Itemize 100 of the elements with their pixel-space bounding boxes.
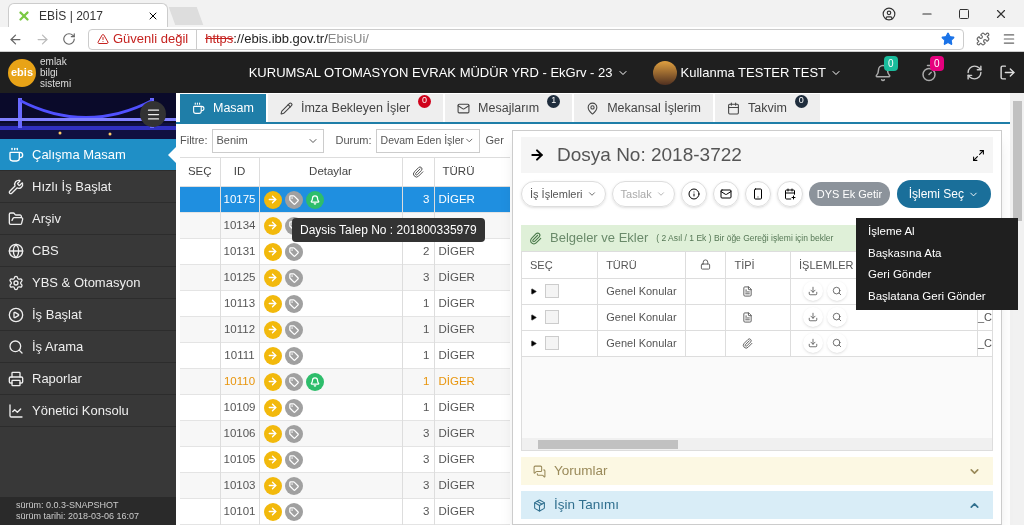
tab[interactable]: Mekansal İşlerim [574, 94, 713, 123]
menu-item[interactable]: Geri Gönder [856, 264, 1018, 286]
forward-icon[interactable] [35, 31, 50, 47]
table-row[interactable]: 10112 1 DİGER [180, 316, 510, 343]
tab[interactable]: Takvim 0 [714, 94, 820, 123]
table-row[interactable]: 10106 3 DİGER [180, 420, 510, 447]
logout-icon[interactable] [999, 64, 1016, 81]
column-header[interactable]: TÜRÜ [597, 252, 686, 278]
build-date-text: sürüm tarihi: 2018-03-06 16:07 [16, 511, 141, 522]
menu-icon[interactable] [1002, 32, 1016, 46]
table-cell: DİGER [434, 394, 510, 421]
filter-label: Ger [485, 133, 504, 149]
printer-icon [8, 370, 24, 387]
paperclip-icon[interactable] [412, 166, 424, 178]
calendar-icon [726, 101, 740, 115]
user-name[interactable]: Kullanma TESTER TEST [680, 62, 826, 83]
download-icon [808, 286, 819, 296]
tab[interactable]: İmza Bekleyen İşler 0 [268, 94, 444, 123]
table-cell: DİGER [434, 498, 510, 525]
table-cell: 10113 [220, 290, 259, 317]
extension-icon[interactable] [976, 32, 990, 46]
timer-badge: 0 [930, 55, 944, 71]
action-button[interactable]: İşlemi Seç [896, 180, 991, 208]
table-cell: 1 [402, 290, 434, 317]
tag-icon[interactable] [284, 294, 303, 313]
folder-icon [8, 210, 24, 227]
filter-select[interactable]: Benim [211, 128, 324, 153]
cup-icon [192, 101, 205, 115]
tag-icon[interactable] [284, 320, 303, 339]
table-cell: 10109 [220, 394, 259, 421]
tab[interactable]: Masam [180, 94, 266, 123]
table-cell: 1 [402, 342, 434, 369]
logo-icon [17, 8, 31, 23]
search-icon [832, 338, 843, 348]
column-header[interactable]: SEÇ [180, 157, 220, 187]
menu-item[interactable]: İşleme Al [856, 221, 1018, 243]
tag-icon[interactable] [284, 190, 303, 209]
tag-icon[interactable] [284, 502, 303, 521]
menu-item[interactable]: Başlatana Geri Gönder [856, 285, 1018, 307]
table-cell: 10103 [220, 472, 259, 499]
download-button[interactable] [803, 307, 824, 327]
column-header[interactable]: SEÇ [522, 252, 598, 278]
table-cell: DİGER [434, 342, 510, 369]
row-checkbox[interactable] [545, 336, 559, 350]
reload-icon[interactable] [62, 32, 76, 46]
expand-icon[interactable] [972, 148, 985, 162]
column-header[interactable]: TİPİ [725, 252, 791, 278]
star-icon[interactable] [941, 32, 955, 46]
preview-button[interactable] [827, 307, 848, 327]
column-header[interactable]: Detaylar [259, 157, 402, 187]
expand-icon[interactable] [530, 287, 537, 295]
profile-icon[interactable] [882, 6, 896, 21]
table-cell: 3 [402, 420, 434, 447]
refresh-icon[interactable] [966, 64, 983, 81]
section-header[interactable]: İşin Tanımı [521, 491, 993, 519]
table-row[interactable]: 10111 1 DİGER [180, 342, 510, 369]
menu-item[interactable]: Başkasına Ata [856, 242, 1018, 264]
table-cell: DİGER [434, 368, 510, 395]
unit-title[interactable]: KURUMSAL OTOMASYON EVRAK MÜDÜR YRD - EkGrv - 23 [248, 62, 613, 83]
table-row[interactable]: 10109 1 DİGER [180, 394, 510, 421]
lock-icon[interactable] [700, 259, 712, 271]
tag-icon[interactable] [284, 346, 303, 365]
tag-icon[interactable] [284, 476, 303, 495]
tag-icon[interactable] [284, 398, 303, 417]
tag-icon[interactable] [284, 268, 303, 287]
tag-icon[interactable] [284, 450, 303, 469]
count-badge: 1 [547, 94, 561, 108]
tag-icon[interactable] [284, 372, 303, 391]
tab[interactable]: Mesajlarım 1 [445, 94, 573, 123]
table-cell: 10125 [220, 264, 259, 291]
warning-icon [97, 33, 109, 45]
download-button[interactable] [803, 333, 824, 353]
avatar[interactable] [652, 60, 677, 85]
paperclip-icon [742, 337, 754, 349]
tag-icon[interactable] [284, 242, 303, 261]
browser-tab[interactable]: EBİS | 2017 [8, 3, 168, 27]
back-icon[interactable] [8, 31, 23, 47]
address-field[interactable]: Güvenli değil https://ebis.ibb.gov.tr/EbisUi/ [88, 28, 964, 50]
column-header[interactable]: TÜRÜ [434, 157, 510, 187]
column-header[interactable]: ID [220, 157, 259, 187]
notification-badge: 0 [884, 55, 898, 71]
nav-item[interactable]: Çalışma Masam [0, 139, 176, 171]
table-row[interactable]: 10105 3 DİGER [180, 446, 510, 473]
preview-button[interactable] [827, 281, 848, 301]
expand-icon[interactable] [530, 313, 537, 321]
tag-icon[interactable] [284, 424, 303, 443]
table-row[interactable]: 10101 3 DİGER [180, 498, 510, 525]
table-row[interactable]: 10113 1 DİGER [180, 290, 510, 317]
table-row[interactable]: 10125 3 DİGER [180, 264, 510, 291]
table-cell: Genel Konular [597, 330, 686, 356]
preview-button[interactable] [827, 333, 848, 353]
maximize-icon[interactable] [958, 7, 970, 20]
download-button[interactable] [803, 281, 824, 301]
status-select[interactable]: Devam Eden İşler [375, 128, 480, 153]
expand-icon[interactable] [530, 339, 537, 347]
horizontal-scrollbar[interactable] [522, 438, 992, 450]
row-checkbox[interactable] [545, 310, 559, 324]
cup-icon [8, 146, 24, 163]
row-checkbox[interactable] [545, 284, 559, 298]
table-row[interactable]: 10103 3 DİGER [180, 472, 510, 499]
